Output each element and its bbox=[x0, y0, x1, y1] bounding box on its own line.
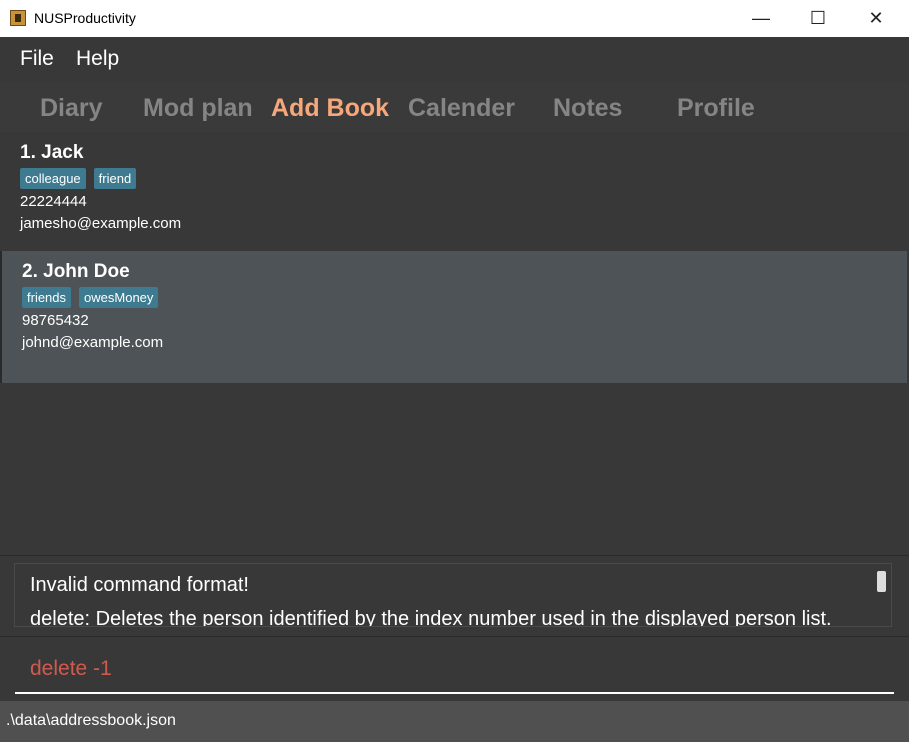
tag: friend bbox=[93, 168, 137, 189]
command-underline bbox=[15, 692, 894, 694]
person-phone: 98765432 bbox=[22, 312, 89, 329]
person-name: 1. Jack bbox=[20, 142, 84, 163]
window-title: NUSProductivity bbox=[34, 10, 136, 26]
person-tags: friends owesMoney bbox=[22, 287, 159, 308]
app-icon bbox=[10, 10, 26, 26]
save-location: .\data\addressbook.json bbox=[6, 712, 176, 729]
result-detail: delete: Deletes the person identified by… bbox=[30, 608, 832, 627]
result-scrollbar[interactable] bbox=[877, 571, 886, 592]
tab-notes[interactable]: Notes bbox=[553, 94, 622, 123]
tag: colleague bbox=[20, 168, 86, 189]
tab-profile[interactable]: Profile bbox=[677, 94, 755, 123]
tab-calender[interactable]: Calender bbox=[408, 94, 515, 123]
command-box: delete -1 bbox=[0, 636, 909, 702]
result-panel: Invalid command format! delete: Deletes … bbox=[0, 555, 909, 637]
title-bar: NUSProductivity — ☐ ✕ bbox=[0, 0, 909, 37]
person-email: johnd@example.com bbox=[22, 334, 164, 351]
close-button[interactable]: ✕ bbox=[848, 0, 904, 37]
menu-help[interactable]: Help bbox=[76, 47, 119, 71]
result-message: Invalid command format! bbox=[30, 574, 249, 596]
command-input[interactable]: delete -1 bbox=[30, 657, 112, 681]
menu-bar: File Help bbox=[0, 37, 909, 82]
tab-mod-plan[interactable]: Mod plan bbox=[143, 94, 253, 123]
person-tags: colleague friend bbox=[20, 168, 137, 189]
result-display[interactable]: Invalid command format! delete: Deletes … bbox=[14, 563, 892, 627]
tab-bar: Diary Mod plan Add Book Calender Notes P… bbox=[0, 82, 909, 132]
person-card-selected[interactable]: 2. John Doe friends owesMoney 98765432 j… bbox=[0, 251, 907, 383]
maximize-button[interactable]: ☐ bbox=[790, 0, 846, 37]
person-email: jamesho@example.com bbox=[20, 215, 182, 232]
tag: friends bbox=[22, 287, 72, 308]
minimize-button[interactable]: — bbox=[733, 0, 789, 37]
menu-file[interactable]: File bbox=[20, 47, 54, 71]
tag: owesMoney bbox=[79, 287, 159, 308]
person-name: 2. John Doe bbox=[22, 261, 130, 282]
tab-diary[interactable]: Diary bbox=[40, 94, 103, 123]
status-bar: .\data\addressbook.json bbox=[0, 701, 909, 742]
person-card[interactable]: 1. Jack colleague friend 22224444 jamesh… bbox=[0, 132, 907, 263]
tab-add-book[interactable]: Add Book bbox=[271, 94, 389, 123]
person-list: 1. Jack colleague friend 22224444 jamesh… bbox=[0, 132, 909, 555]
person-phone: 22224444 bbox=[20, 193, 87, 210]
